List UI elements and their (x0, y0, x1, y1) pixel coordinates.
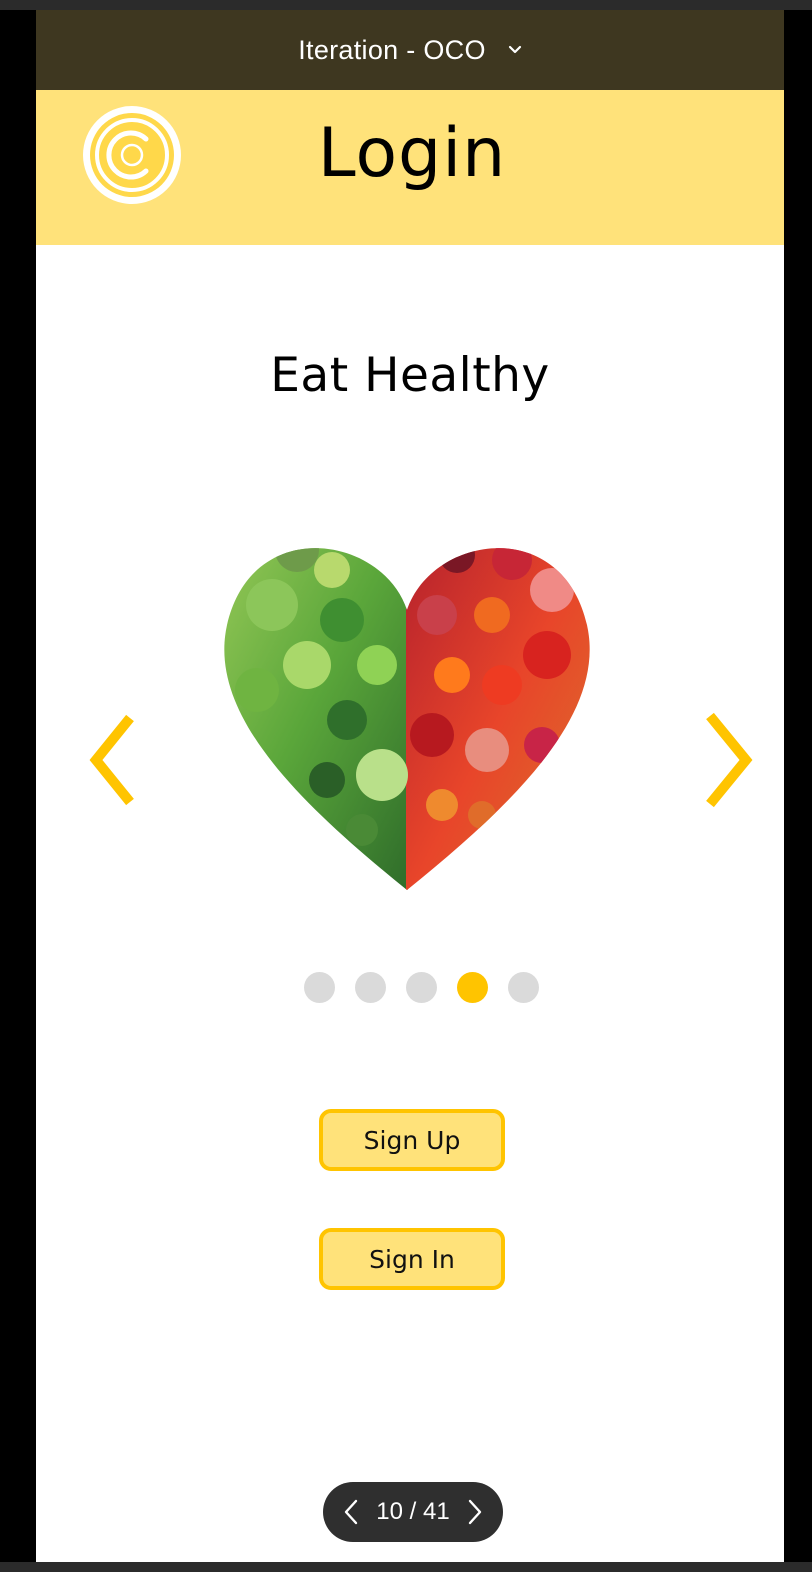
prototype-flow-selector[interactable]: Iteration - OCO (36, 10, 784, 90)
carousel-dot[interactable] (406, 972, 437, 1003)
window-top-edge (0, 0, 812, 10)
carousel-dot[interactable] (355, 972, 386, 1003)
chevron-down-icon (508, 45, 521, 54)
flow-title: Iteration - OCO (298, 34, 486, 65)
window-bottom-edge (0, 1562, 812, 1572)
app-header: Login (36, 90, 784, 245)
pager-next-chevron-right-icon[interactable] (461, 1498, 489, 1526)
vegetable-heart-image (224, 548, 590, 890)
page-counter: 10 / 41 (376, 1498, 450, 1525)
sign-up-button[interactable]: Sign Up (319, 1109, 505, 1171)
pager-prev-chevron-left-icon[interactable] (337, 1498, 365, 1526)
carousel-dot[interactable] (304, 972, 335, 1003)
carousel-dot-active[interactable] (457, 972, 488, 1003)
carousel-prev-chevron-left-icon[interactable] (86, 710, 146, 810)
slide-title: Eat Healthy (270, 348, 550, 403)
sign-in-button[interactable]: Sign In (319, 1228, 505, 1290)
prototype-frame: Iteration - OCO Login Eat Healthy Sign U… (36, 10, 784, 1562)
carousel-pagination (304, 972, 539, 1004)
carousel-next-chevron-right-icon[interactable] (698, 708, 758, 808)
carousel-dot[interactable] (508, 972, 539, 1003)
page-title: Login (317, 114, 507, 193)
prototype-pager: 10 / 41 (323, 1482, 503, 1542)
